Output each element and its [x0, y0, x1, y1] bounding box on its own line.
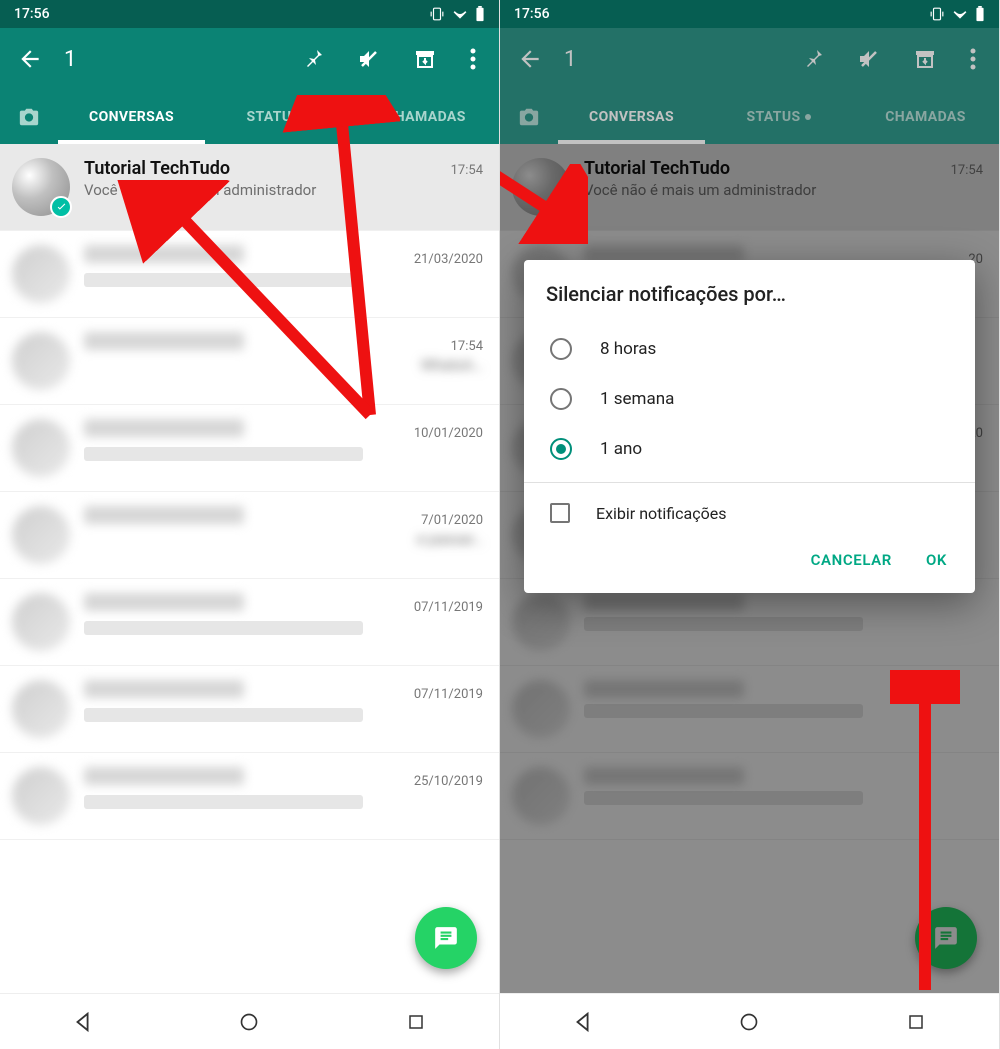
tabs: CONVERSAS STATUS CHAMADAS: [500, 90, 999, 144]
circle-home-icon: [239, 1012, 259, 1032]
tab-status[interactable]: STATUS: [705, 90, 852, 144]
chat-item[interactable]: 07/11/2019: [0, 666, 499, 753]
chat-item[interactable]: 7/01/2020 e passar…: [0, 492, 499, 579]
radio-8-horas[interactable]: 8 horas: [546, 324, 953, 374]
left-pane: 17:56 1 CONVERSAS STATUS CHAMADAS: [0, 0, 500, 1049]
tab-chamadas[interactable]: CHAMADAS: [852, 90, 999, 144]
status-icons: [929, 6, 985, 22]
ok-button[interactable]: OK: [926, 551, 947, 569]
tab-conversas[interactable]: CONVERSAS: [558, 90, 705, 144]
radio-icon: [550, 338, 572, 360]
tab-status[interactable]: STATUS: [205, 90, 352, 144]
chat-list[interactable]: Tutorial TechTudo 17:54 Você não é mais …: [0, 144, 499, 993]
pin-icon: [801, 47, 825, 71]
status-dot-icon: [305, 114, 311, 120]
chat-item[interactable]: 17:54 WhatsA…: [0, 318, 499, 405]
radio-selected-icon: [550, 438, 572, 460]
new-chat-fab[interactable]: [415, 907, 477, 969]
mute-button[interactable]: [843, 47, 895, 71]
camera-tab[interactable]: [500, 106, 558, 128]
more-vert-icon: [970, 48, 976, 70]
chat-item[interactable]: 07/11/2019: [0, 579, 499, 666]
dialog-title: Silenciar notificações por…: [546, 282, 953, 306]
radio-1-semana[interactable]: 1 semana: [546, 374, 953, 424]
nav-home[interactable]: [735, 1008, 763, 1036]
avatar: [12, 158, 70, 216]
android-navbar: [500, 993, 999, 1049]
camera-icon: [517, 106, 541, 128]
chat-preview: Você não é mais um administrador: [84, 181, 483, 199]
back-button[interactable]: [8, 46, 52, 72]
statusbar: 17:56: [500, 0, 999, 28]
tab-chamadas[interactable]: CHAMADAS: [352, 90, 499, 144]
wifi-icon: [451, 7, 469, 21]
selection-toolbar: 1: [500, 28, 999, 90]
mute-icon: [857, 47, 881, 71]
battery-icon: [975, 6, 985, 22]
archive-icon: [913, 47, 937, 71]
more-vert-icon: [470, 48, 476, 70]
back-button[interactable]: [508, 46, 552, 72]
archive-icon: [413, 47, 437, 71]
status-time: 17:56: [514, 6, 550, 22]
square-recent-icon: [407, 1013, 425, 1031]
selection-count: 1: [556, 47, 783, 72]
archive-button[interactable]: [399, 47, 451, 71]
nav-back[interactable]: [569, 1008, 597, 1036]
camera-icon: [17, 106, 41, 128]
pin-button[interactable]: [287, 47, 339, 71]
status-icons: [429, 6, 485, 22]
chat-item-selected[interactable]: Tutorial TechTudo 17:54 Você não é mais …: [0, 144, 499, 231]
pin-button[interactable]: [787, 47, 839, 71]
message-icon: [433, 925, 459, 951]
arrow-left-icon: [17, 46, 43, 72]
tab-conversas[interactable]: CONVERSAS: [58, 90, 205, 144]
mute-dialog: Silenciar notificações por… 8 horas 1 se…: [524, 260, 975, 593]
battery-icon: [475, 6, 485, 22]
selected-check-icon: [50, 196, 72, 218]
checkbox-icon: [550, 503, 570, 523]
arrow-left-icon: [517, 46, 543, 72]
mute-icon: [357, 47, 381, 71]
vibrate-icon: [429, 7, 445, 21]
tabs: CONVERSAS STATUS CHAMADAS: [0, 90, 499, 144]
right-pane: 17:56 1 CONVERSAS STATUS CHAMADAS: [500, 0, 1000, 1049]
nav-home[interactable]: [235, 1008, 263, 1036]
mute-button[interactable]: [343, 47, 395, 71]
radio-1-ano[interactable]: 1 ano: [546, 424, 953, 474]
selection-count: 1: [56, 47, 283, 72]
checkbox-exibir-notificacoes[interactable]: Exibir notificações: [546, 483, 953, 533]
overflow-button[interactable]: [455, 48, 491, 70]
android-navbar: [0, 993, 499, 1049]
nav-back[interactable]: [69, 1008, 97, 1036]
chat-item[interactable]: 10/01/2020: [0, 405, 499, 492]
chat-item[interactable]: 21/03/2020: [0, 231, 499, 318]
archive-button[interactable]: [899, 47, 951, 71]
chat-item[interactable]: 25/10/2019: [0, 753, 499, 840]
overflow-button[interactable]: [955, 48, 991, 70]
status-time: 17:56: [14, 6, 50, 22]
nav-recent[interactable]: [902, 1008, 930, 1036]
nav-recent[interactable]: [402, 1008, 430, 1036]
vibrate-icon: [929, 7, 945, 21]
statusbar: 17:56: [0, 0, 499, 28]
camera-tab[interactable]: [0, 106, 58, 128]
selection-toolbar: 1: [0, 28, 499, 90]
triangle-back-icon: [72, 1011, 94, 1033]
chat-time: 17:54: [441, 163, 483, 178]
cancel-button[interactable]: CANCELAR: [811, 551, 892, 569]
wifi-icon: [951, 7, 969, 21]
pin-icon: [301, 47, 325, 71]
chat-title: Tutorial TechTudo: [84, 158, 230, 179]
radio-icon: [550, 388, 572, 410]
